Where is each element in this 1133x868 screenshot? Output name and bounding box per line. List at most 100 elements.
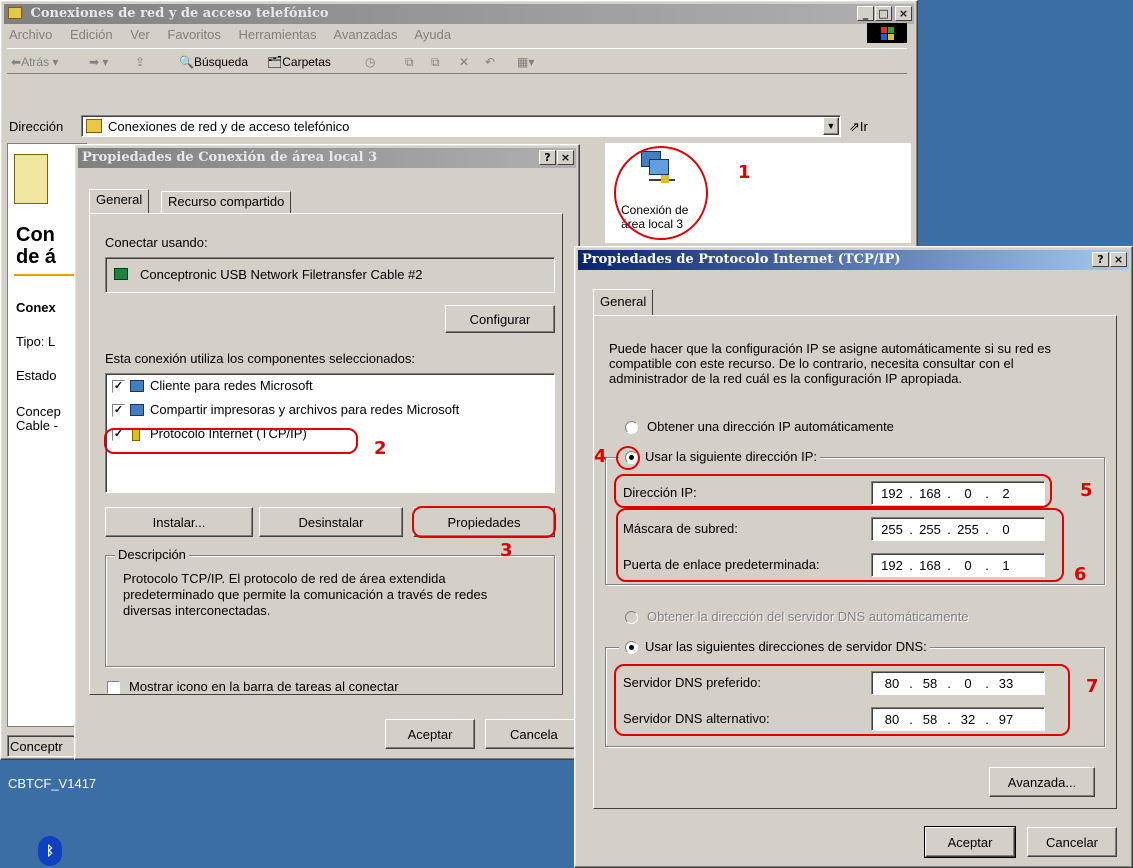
components-list[interactable]: ✓ Cliente para redes Microsoft ✓ Compart… [105, 373, 555, 493]
lan-dialog-title-bar[interactable]: Propiedades de Conexión de área local 3 … [78, 148, 576, 168]
tcp-intro-text: Puede hacer que la configuración IP se a… [609, 341, 1052, 386]
network-card-icon [114, 268, 128, 280]
address-bar[interactable]: Conexiones de red y de acceso telefónico… [81, 115, 841, 137]
use-dns-legend: Usar las siguientes direcciones de servi… [619, 639, 930, 654]
lan-properties-dialog: Propiedades de Conexión de área local 3 … [74, 144, 580, 760]
lan-ok-button[interactable]: Aceptar [385, 719, 475, 749]
move-to-icon[interactable]: ⧉ [405, 49, 414, 75]
use-dns-radio[interactable] [625, 641, 638, 654]
left-item-4a: Concep [16, 404, 61, 419]
menu-favoritos[interactable]: Favoritos [167, 27, 220, 42]
component-check-2[interactable]: ✓ [112, 404, 125, 417]
tab-general[interactable]: General [89, 189, 150, 213]
menu-archivo[interactable]: Archivo [9, 27, 52, 42]
configure-button[interactable]: Configurar [445, 305, 555, 333]
left-item-3: Estado [16, 368, 57, 383]
address-label: Dirección [9, 119, 64, 134]
lan-help-button[interactable]: ? [539, 150, 556, 165]
left-item-4b: Cable - [16, 418, 58, 433]
menu-edicion[interactable]: Edición [70, 27, 113, 42]
address-dropdown[interactable]: ▼ [823, 117, 839, 135]
status-text: Conceptr [10, 739, 63, 754]
gateway-label: Puerta de enlace predeterminada: [623, 557, 820, 572]
use-ip-legend: Usar la siguiente dirección IP: [619, 449, 820, 464]
go-button[interactable]: ⇗Ir [849, 119, 868, 135]
explorer-title: Conexiones de red y de acceso telefónico [30, 6, 329, 21]
folders-button[interactable]: 🗂Carpetas [267, 49, 331, 75]
component-2[interactable]: Compartir impresoras y archivos para red… [150, 402, 459, 417]
folders-icon: 🗂 [267, 55, 283, 69]
menu-bar: Archivo Edición Ver Favoritos Herramient… [9, 25, 465, 45]
auto-dns-radio[interactable] [625, 611, 638, 624]
delete-icon[interactable]: ✕ [459, 49, 469, 75]
menu-herramientas[interactable]: Herramientas [238, 27, 316, 42]
component-1[interactable]: Cliente para redes Microsoft [150, 378, 313, 393]
left-heading-1: Con [16, 224, 55, 246]
uninstall-button[interactable]: Desinstalar [259, 507, 403, 537]
properties-button[interactable]: Propiedades [413, 507, 555, 537]
subnet-mask-field[interactable]: 255. 255. 255. 0 [871, 517, 1045, 541]
share-icon [130, 404, 144, 416]
bluetooth-icon[interactable]: ᛒ [38, 836, 62, 866]
left-item-2: Tipo: L [16, 334, 56, 349]
annotation-1: 1 [738, 162, 751, 183]
tab-recurso-compartido[interactable]: Recurso compartido [161, 191, 292, 213]
lan-close-button[interactable]: × [557, 150, 574, 165]
show-icon-checkbox[interactable] [107, 681, 120, 694]
arrow-left-icon: ⬅ [11, 55, 22, 69]
copy-to-icon[interactable]: ⧉ [431, 49, 440, 75]
tcp-help-button[interactable]: ? [1092, 252, 1109, 267]
network-connections-icon [14, 154, 48, 204]
network-folder-icon [86, 119, 102, 133]
explorer-title-bar[interactable]: Conexiones de red y de acceso telefónico… [4, 4, 914, 24]
component-3[interactable]: Protocolo Internet (TCP/IP) [150, 426, 307, 441]
advanced-button[interactable]: Avanzada... [989, 767, 1095, 797]
menu-avanzadas[interactable]: Avanzadas [333, 27, 397, 42]
undo-icon[interactable]: ↶ [485, 49, 495, 75]
tcp-dialog-title-bar[interactable]: Propiedades de Protocolo Internet (TCP/I… [578, 250, 1129, 270]
toolbar: ⬅Atrás ▾ ➡ ▾ ⇪ 🔍Búsqueda 🗂Carpetas ◷ ⧉ ⧉… [7, 48, 907, 74]
folder-up-icon[interactable]: ⇪ [135, 49, 145, 75]
folder-network-icon [8, 7, 22, 19]
lan-cancel-button[interactable]: Cancela [485, 719, 579, 749]
protocol-icon [132, 428, 140, 441]
close-button[interactable]: × [895, 6, 912, 21]
tab-tcp-general[interactable]: General [593, 289, 654, 315]
description-legend: Descripción [115, 547, 189, 562]
views-icon[interactable]: ▦▾ [517, 49, 534, 75]
search-button[interactable]: 🔍Búsqueda [179, 49, 248, 75]
preferred-dns-field[interactable]: 80. 58. 0. 33 [871, 671, 1045, 695]
annotation-5: 5 [1080, 480, 1093, 501]
tcp-close-button[interactable]: × [1110, 252, 1127, 267]
maximize-button[interactable]: □ [875, 6, 892, 21]
search-icon: 🔍 [179, 55, 194, 69]
forward-button[interactable]: ➡ ▾ [89, 49, 108, 75]
minimize-button[interactable]: _ [857, 6, 874, 21]
history-icon[interactable]: ◷ [365, 49, 375, 75]
install-button[interactable]: Instalar... [105, 507, 253, 537]
dns-group [605, 647, 1105, 747]
tcp-ok-button[interactable]: Aceptar [924, 826, 1016, 858]
gateway-field[interactable]: 192. 168. 0. 1 [871, 553, 1045, 577]
ip-address-field[interactable]: 192. 168. 0. 2 [871, 481, 1045, 505]
ip-label: Dirección IP: [623, 485, 697, 500]
component-check-3[interactable]: ✓ [112, 428, 125, 441]
auto-ip-label: Obtener una dirección IP automáticamente [647, 419, 894, 434]
use-ip-radio[interactable] [625, 451, 638, 464]
tcp-cancel-button[interactable]: Cancelar [1027, 827, 1117, 857]
client-icon [130, 380, 144, 392]
back-button[interactable]: ⬅Atrás ▾ [11, 49, 58, 75]
alternate-dns-field[interactable]: 80. 58. 32. 97 [871, 707, 1045, 731]
lan-connection-icon[interactable] [637, 151, 677, 191]
auto-ip-radio[interactable] [625, 421, 638, 434]
annotation-2: 2 [374, 438, 387, 459]
windows-logo-icon [867, 23, 907, 43]
annotation-3: 3 [500, 540, 513, 561]
menu-ver[interactable]: Ver [130, 27, 150, 42]
component-check-1[interactable]: ✓ [112, 380, 125, 393]
dns1-label: Servidor DNS preferido: [623, 675, 761, 690]
menu-ayuda[interactable]: Ayuda [414, 27, 451, 42]
tcpip-properties-dialog: Propiedades de Protocolo Internet (TCP/I… [574, 246, 1133, 868]
dns2-label: Servidor DNS alternativo: [623, 711, 770, 726]
address-value: Conexiones de red y de acceso telefónico [108, 119, 350, 134]
